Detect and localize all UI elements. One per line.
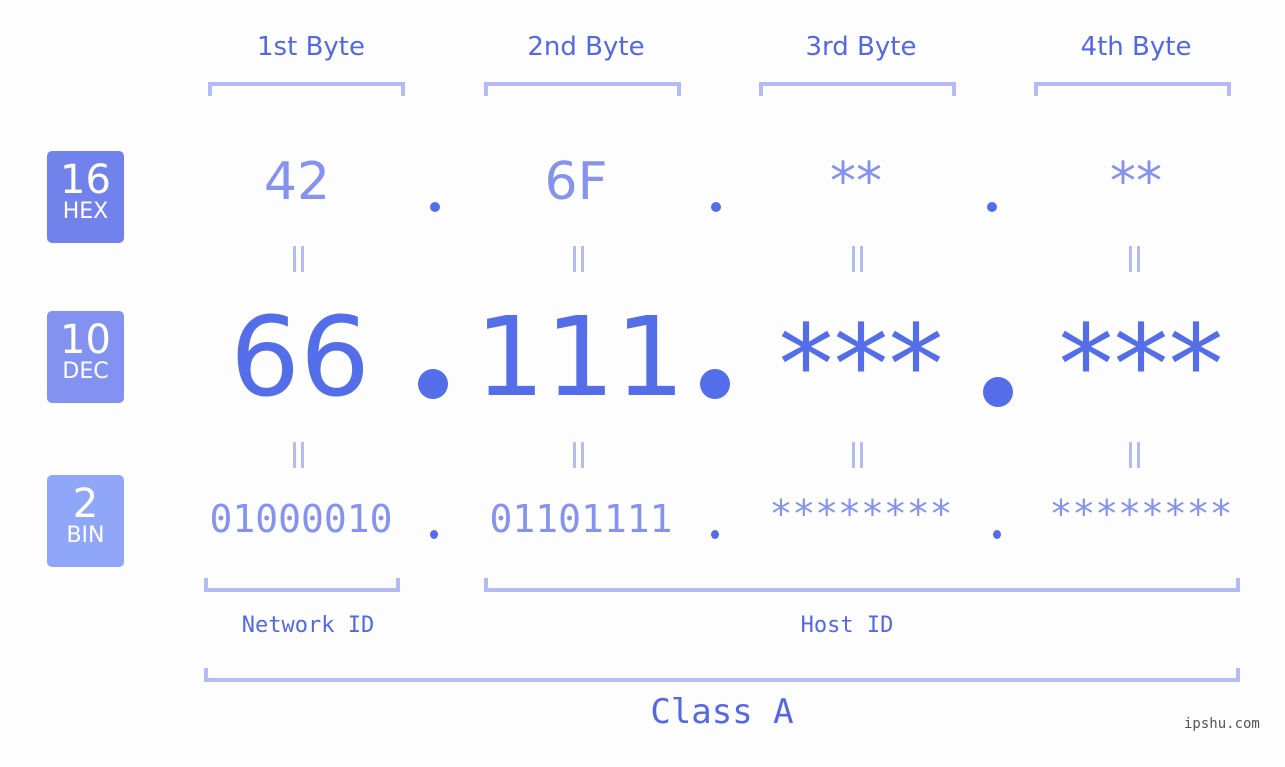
bin-separator-dot	[711, 530, 719, 539]
class-label: Class A	[650, 692, 794, 732]
host-id-bracket	[484, 578, 1240, 592]
network-id-bracket	[204, 578, 400, 592]
hex-base: 16	[60, 157, 111, 203]
dec-value-4: ***	[1058, 301, 1224, 429]
dec-badge: 10 DEC	[47, 311, 124, 403]
byte-bracket-1	[208, 82, 405, 96]
dec-separator-dot	[700, 369, 730, 399]
byte-header-4: 4th Byte	[1080, 32, 1192, 62]
dec-base: 10	[60, 317, 111, 363]
dec-value-3: ***	[778, 301, 944, 429]
byte-header-3: 3rd Byte	[805, 32, 917, 62]
hex-value-4: **	[1110, 152, 1162, 212]
bin-separator-dot	[993, 530, 1001, 539]
equals-icon	[571, 442, 589, 470]
network-id-label: Network ID	[241, 613, 375, 638]
equals-icon	[291, 246, 309, 274]
equals-icon	[850, 246, 868, 274]
hex-value-3: **	[830, 152, 882, 212]
byte-header-1: 1st Byte	[257, 32, 365, 62]
equals-icon	[850, 442, 868, 470]
equals-icon	[1127, 442, 1145, 470]
dec-value-1: 66	[230, 293, 370, 421]
hex-separator-dot	[430, 202, 440, 212]
bin-value-1: 01000010	[209, 497, 393, 541]
class-bracket	[204, 668, 1240, 682]
hex-badge: 16 HEX	[47, 151, 124, 243]
hex-value-2: 6F	[544, 152, 608, 212]
dec-separator-dot	[983, 377, 1013, 407]
bin-badge: 2 BIN	[47, 475, 124, 567]
dec-label: DEC	[62, 359, 109, 384]
hex-separator-dot	[987, 202, 997, 212]
bin-value-3: ********	[769, 492, 953, 536]
bin-label: BIN	[66, 523, 105, 548]
equals-icon	[291, 442, 309, 470]
bin-separator-dot	[430, 530, 438, 539]
hex-separator-dot	[711, 202, 721, 212]
hex-value-1: 42	[263, 152, 331, 212]
equals-icon	[1127, 246, 1145, 274]
bin-value-4: ********	[1049, 492, 1233, 536]
dec-separator-dot	[418, 369, 448, 399]
bin-base: 2	[72, 481, 99, 527]
watermark: ipshu.com	[1184, 716, 1260, 732]
dec-value-2: 111	[475, 293, 685, 421]
byte-bracket-4	[1034, 82, 1231, 96]
byte-bracket-3	[759, 82, 956, 96]
host-id-label: Host ID	[800, 613, 894, 638]
byte-header-2: 2nd Byte	[527, 32, 645, 62]
hex-label: HEX	[62, 199, 109, 224]
equals-icon	[571, 246, 589, 274]
bin-value-2: 01101111	[489, 497, 673, 541]
byte-bracket-2	[484, 82, 681, 96]
